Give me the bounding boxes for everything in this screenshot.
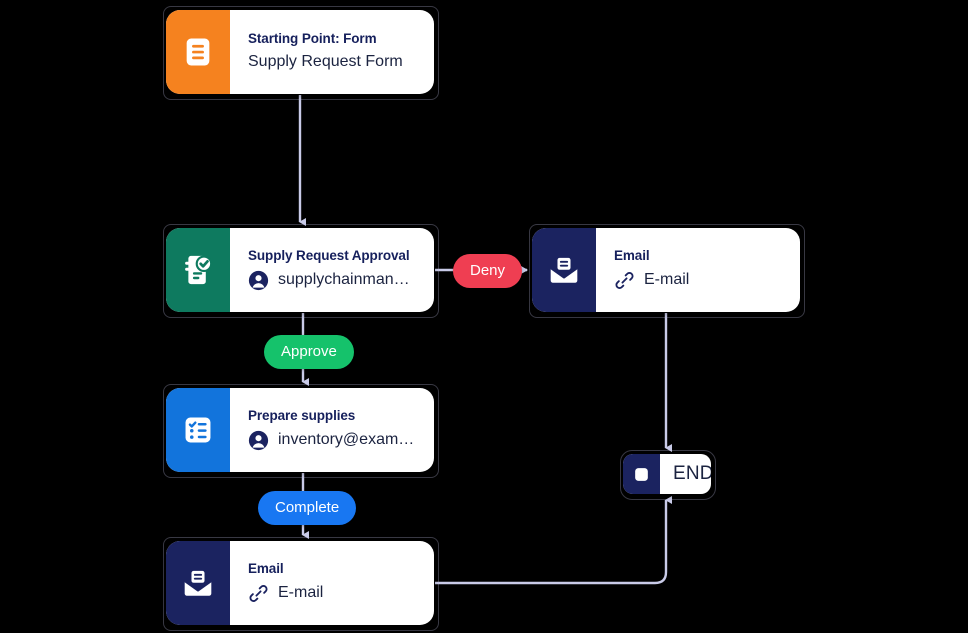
envelope-icon [550, 257, 578, 283]
node-icon-panel [166, 10, 230, 94]
node-subtitle: supplychainmanager… [278, 271, 418, 288]
node-title: Supply Request Approval [248, 247, 410, 263]
node-title: Email [614, 247, 650, 263]
node-subtitle: Supply Request Form [248, 53, 403, 70]
edge-layer [298, 95, 672, 585]
edge-label-approve[interactable]: Approve [264, 335, 354, 369]
node-subrow: supplychainmanager… [248, 270, 418, 291]
node-subtitle: inventory@example.c… [278, 431, 418, 448]
node-end[interactable]: END [623, 454, 711, 494]
link-icon [615, 271, 634, 289]
node-subrow: E-mail [614, 270, 784, 291]
node-icon-panel [166, 228, 230, 312]
node-body: Starting Point: Form Supply Request Form [230, 10, 434, 94]
node-subrow: E-mail [248, 583, 418, 604]
node-title: Prepare supplies [248, 407, 356, 423]
stop-square-icon [635, 467, 648, 481]
node-icon-panel [166, 541, 230, 625]
form-document-icon [186, 38, 210, 66]
node-prepare-supplies[interactable]: Prepare supplies inventory@example.c… [166, 388, 434, 472]
edge-label-complete[interactable]: Complete [258, 491, 357, 525]
node-icon-panel [166, 388, 230, 472]
node-title: Starting Point: Form [248, 31, 377, 46]
node-email-deny[interactable]: Email E-mail [532, 228, 800, 312]
node-title: Email [248, 560, 284, 576]
node-body: Email E-mail [230, 541, 434, 625]
edge-label-deny[interactable]: Deny [453, 254, 523, 288]
node-subtitle: E-mail [644, 271, 690, 288]
edge-email-complete-to-end [435, 496, 672, 585]
link-icon [249, 584, 268, 602]
node-icon-panel [532, 228, 596, 312]
node-body: Email E-mail [596, 228, 800, 312]
node-end-label: END [673, 463, 711, 484]
document-check-icon [185, 255, 213, 285]
node-subrow: Supply Request Form [248, 53, 418, 71]
node-subrow: inventory@example.c… [248, 430, 418, 451]
envelope-icon [184, 570, 212, 596]
node-icon-panel [623, 454, 660, 494]
node-subtitle: E-mail [278, 584, 324, 601]
node-supply-request-approval[interactable]: Supply Request Approval supplychainmanag… [166, 228, 434, 312]
node-body: Prepare supplies inventory@example.c… [230, 388, 434, 472]
node-email-complete[interactable]: Email E-mail [166, 541, 434, 625]
checklist-icon [185, 417, 211, 443]
workflow-canvas[interactable]: Starting Point: Form Supply Request Form… [0, 0, 968, 633]
user-icon [248, 430, 269, 450]
node-body: Supply Request Approval supplychainmanag… [230, 228, 434, 312]
user-icon [248, 270, 269, 290]
node-starting-point-form[interactable]: Starting Point: Form Supply Request Form [166, 10, 434, 94]
